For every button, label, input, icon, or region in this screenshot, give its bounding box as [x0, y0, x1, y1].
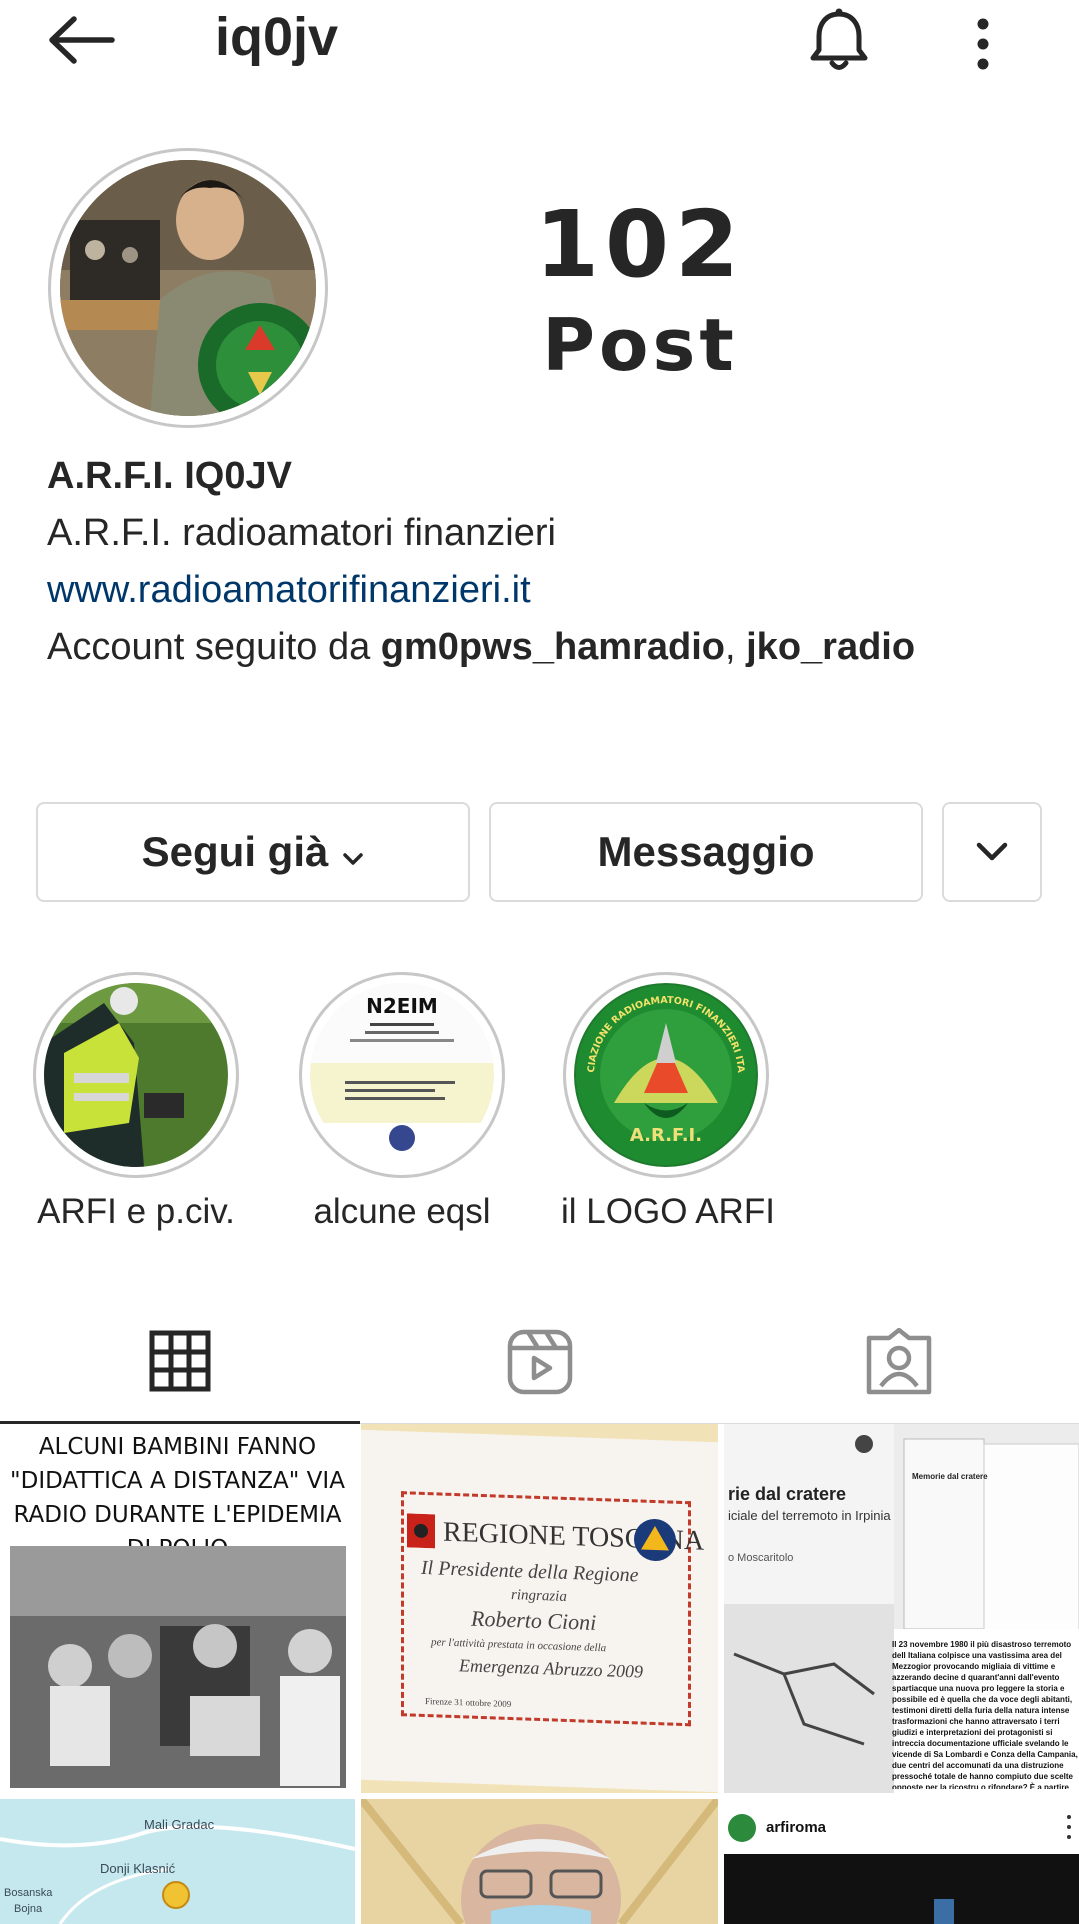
map-label: Bojna: [14, 1903, 43, 1915]
followed-by-prefix: Account seguito da: [47, 626, 381, 668]
bio-text: A.R.F.I. radioamatori finanzieri: [47, 512, 556, 554]
profile-bio: A.R.F.I. IQ0JV A.R.F.I. radioamatori fin…: [47, 448, 1047, 676]
regione-logo: [407, 1513, 435, 1549]
highlight-ring: A.R.F.I. ASSOCIAZIONE RADIOAMATORI FINAN…: [563, 972, 769, 1178]
notifications-button[interactable]: [804, 6, 874, 76]
map-label: Donji Klasnić: [100, 1861, 176, 1876]
highlight-cover: A.R.F.I. ASSOCIAZIONE RADIOAMATORI FINAN…: [574, 983, 758, 1167]
chevron-down-icon: [976, 842, 1008, 861]
tab-reels[interactable]: [360, 1300, 720, 1424]
post-thumbnail[interactable]: Mali Gradac Donji Klasnić Bosanska Bojna: [0, 1799, 355, 1924]
book-title: rie dal cratere: [728, 1484, 847, 1504]
top-bar: iq0jv: [0, 0, 1079, 80]
civil-protection-logo: [634, 1519, 676, 1562]
book-cover-title: Memorie dal cratere: [912, 1472, 988, 1481]
grid-icon: [149, 1330, 211, 1391]
profile-username: iq0jv: [215, 7, 339, 67]
book-subtitle: iciale del terremoto in Irpinia: [728, 1508, 891, 1523]
highlight-label: il LOGO ARFI: [561, 1192, 775, 1231]
diploma-recipient: Roberto Cioni: [471, 1605, 597, 1635]
reels-icon: [507, 1329, 573, 1395]
highlight-label: ARFI e p.civ.: [37, 1192, 235, 1231]
more-options-button[interactable]: [960, 6, 1006, 76]
website-link[interactable]: www.radioamatorifinanzieri.it: [47, 562, 1047, 619]
arfi-logo-acronym: A.R.F.I.: [630, 1125, 702, 1146]
highlight-logo-arfi[interactable]: A.R.F.I. ASSOCIAZIONE RADIOAMATORI FINAN…: [561, 972, 775, 1232]
diploma-line: ringrazia: [511, 1587, 567, 1605]
post-account-name: arfiroma: [766, 1819, 827, 1836]
book-blurb: Il 23 novembre 1980 il più disastroso te…: [892, 1640, 1078, 1789]
highlight-label: alcune eqsl: [313, 1192, 491, 1231]
highlight-ring: [33, 972, 239, 1178]
following-button[interactable]: Segui già: [36, 802, 470, 902]
highlight-arfi-pciv[interactable]: ARFI e p.civ.: [31, 972, 241, 1232]
eqsl-callsign: N2EIM: [366, 994, 438, 1018]
tagged-icon: [866, 1328, 932, 1395]
highlight-cover: N2EIM: [310, 983, 494, 1167]
more-vertical-icon: [977, 18, 989, 70]
message-button[interactable]: Messaggio: [489, 802, 923, 902]
map-label: Mali Gradac: [144, 1817, 215, 1832]
highlight-ring: N2EIM: [299, 972, 505, 1178]
suggested-accounts-button[interactable]: [942, 802, 1042, 902]
posts-grid: ALCUNI BAMBINI FANNO "DIDATTICA A DISTAN…: [0, 1424, 1079, 1924]
profile-avatar[interactable]: [48, 148, 328, 428]
tab-tagged[interactable]: [719, 1300, 1079, 1424]
map-label: Bosanska: [4, 1887, 53, 1899]
avatar-image: [60, 160, 316, 416]
message-label: Messaggio: [597, 828, 815, 875]
highlight-alcune-eqsl[interactable]: N2EIM alcune eqsl: [297, 972, 507, 1232]
posts-count: 102: [534, 191, 746, 298]
following-label: Segui già: [141, 828, 329, 875]
arfi-logo: A.R.F.I. ASSOCIAZIONE RADIOAMATORI FINAN…: [574, 983, 758, 1167]
post-thumbnail[interactable]: rie dal cratere iciale del terremoto in …: [724, 1424, 1079, 1793]
profile-name: A.R.F.I. IQ0JV: [47, 455, 292, 497]
tab-posts-grid[interactable]: [0, 1300, 360, 1424]
chevron-down-icon: [342, 828, 364, 876]
post-photo: [10, 1546, 346, 1788]
followed-by-separator: ,: [725, 626, 747, 668]
posts-stat[interactable]: 102 Post: [490, 190, 790, 390]
post-thumbnail[interactable]: ALCUNI BAMBINI FANNO "DIDATTICA A DISTAN…: [0, 1424, 355, 1793]
arrow-left-icon: [49, 16, 115, 64]
post-thumbnail[interactable]: [361, 1799, 718, 1924]
profile-tabs: [0, 1300, 1079, 1424]
posts-label: Post: [542, 303, 738, 387]
post-photo: [361, 1799, 718, 1924]
post-thumbnail[interactable]: arfiroma: [724, 1799, 1079, 1924]
post-caption-text: ALCUNI BAMBINI FANNO "DIDATTICA A DISTAN…: [10, 1434, 345, 1562]
follower-2[interactable]: jko_radio: [746, 626, 915, 668]
book-author: o Moscaritolo: [728, 1552, 794, 1564]
followed-by[interactable]: Account seguito da gm0pws_hamradio, jko_…: [47, 619, 1047, 676]
highlight-cover: [44, 983, 228, 1167]
post-thumbnail[interactable]: REGIONE TOSCANA Il Presidente della Regi…: [361, 1424, 718, 1793]
post-photo: REGIONE TOSCANA Il Presidente della Regi…: [361, 1429, 718, 1793]
post-photo: [724, 1799, 1079, 1924]
follower-1[interactable]: gm0pws_hamradio: [381, 626, 725, 668]
bell-icon: [810, 8, 868, 70]
back-button[interactable]: [46, 10, 122, 70]
